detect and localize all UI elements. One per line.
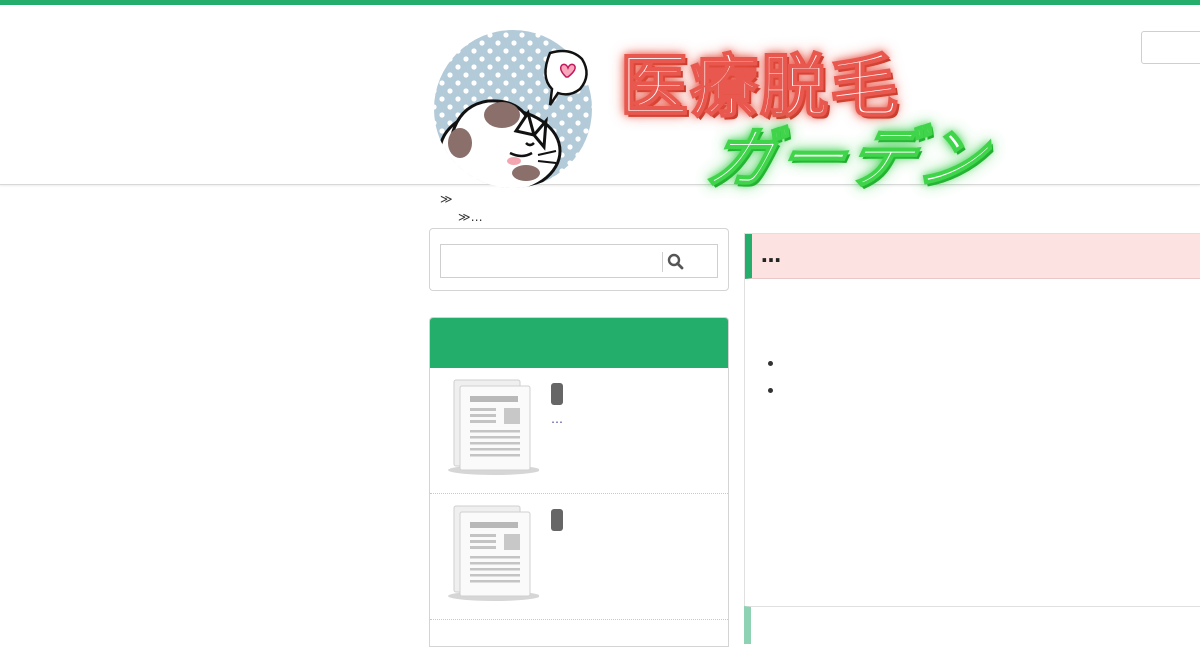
- page-title: …: [761, 243, 781, 267]
- cat-mascot-icon: [434, 30, 592, 188]
- breadcrumb-home-link[interactable]: ≫: [440, 192, 483, 210]
- list-item[interactable]: …: [430, 368, 728, 494]
- article-title-bar: …: [745, 234, 1200, 279]
- site-header: 医療脱毛 ガーデン: [0, 5, 1200, 198]
- sidebar-search-widget: [429, 228, 729, 291]
- search-icon: [667, 253, 684, 270]
- recent-posts-widget: …: [429, 317, 729, 647]
- header-search-field[interactable]: [1141, 31, 1200, 64]
- section-heading-bar: [744, 606, 1200, 644]
- site-logo[interactable]: 医療脱毛 ガーデン: [430, 23, 998, 198]
- search-divider: [662, 252, 663, 272]
- logo-subtitle: ガーデン: [700, 119, 998, 198]
- list-item[interactable]: [430, 494, 728, 620]
- document-thumbnail-icon: [448, 379, 539, 475]
- post-category-badge: [551, 509, 563, 531]
- post-category-badge: [551, 383, 563, 405]
- post-snippet[interactable]: …: [551, 412, 563, 426]
- widget-header: [430, 318, 728, 368]
- breadcrumb: ≫ ≫…: [440, 192, 483, 224]
- search-button[interactable]: [666, 251, 686, 273]
- main-content: …: [744, 233, 1200, 644]
- document-thumbnail-icon: [448, 505, 539, 601]
- breadcrumb-current[interactable]: ≫…: [440, 210, 483, 224]
